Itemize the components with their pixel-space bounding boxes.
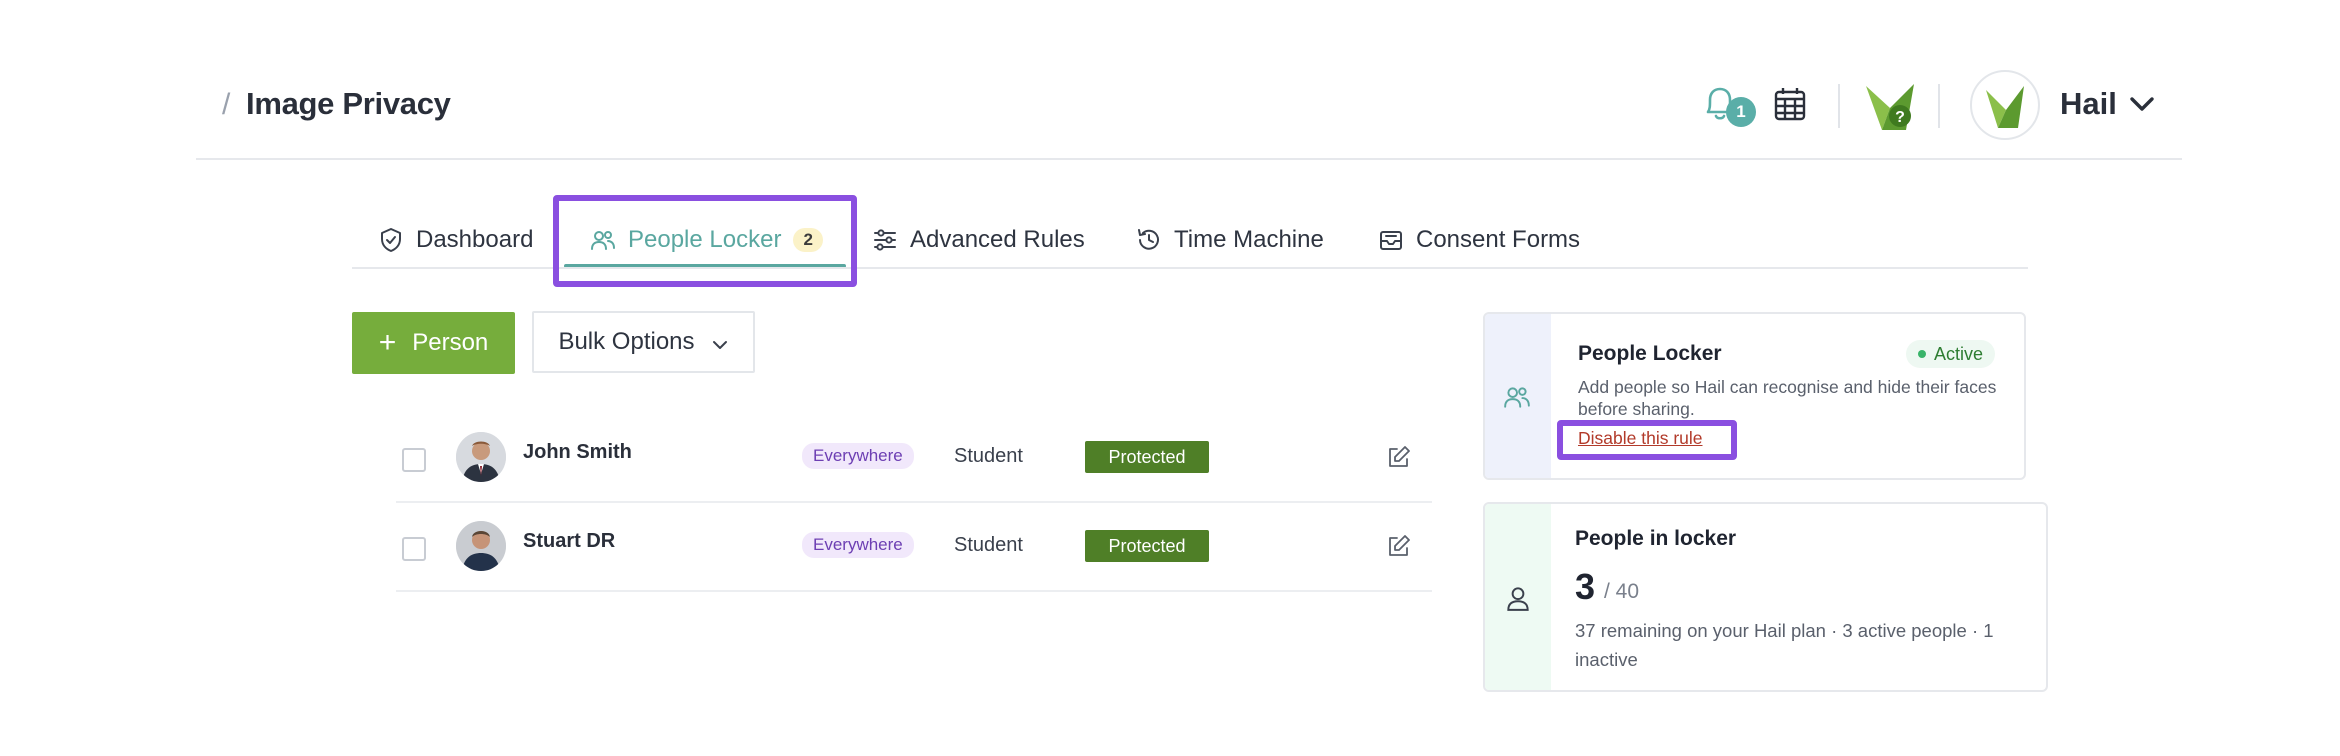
history-icon (1138, 229, 1159, 250)
tab-label: Advanced Rules (910, 226, 1085, 253)
person-photo-icon (456, 432, 506, 482)
edit-icon[interactable] (1387, 445, 1411, 469)
chevron-down-icon[interactable] (2128, 94, 2156, 114)
scope-tag: Everywhere (802, 532, 914, 558)
sliders-icon (874, 229, 896, 251)
status-label: Active (1934, 343, 1984, 364)
user-name[interactable]: Hail (2060, 86, 2117, 122)
status-badge: Protected (1085, 441, 1209, 473)
avatar (456, 432, 506, 482)
tab-consent-forms[interactable]: Consent Forms (1378, 220, 1580, 260)
inbox-icon (1380, 231, 1402, 250)
tab-label: Time Machine (1174, 226, 1324, 253)
person-name[interactable]: Stuart DR (523, 530, 615, 553)
table-row-divider (396, 501, 1432, 503)
calendar-icon[interactable] (1774, 86, 1806, 122)
person-role: Student (954, 534, 1023, 556)
add-person-label: Person (412, 329, 489, 356)
row-checkbox[interactable] (402, 448, 426, 472)
svg-text:?: ? (1895, 109, 1905, 126)
card-description: Add people so Hail can recognise and hid… (1578, 377, 1997, 419)
plus-icon: + (378, 326, 397, 359)
person-name[interactable]: John Smith (523, 441, 632, 464)
people-limit: / 40 (1604, 580, 1640, 603)
tab-dashboard[interactable]: Dashboard (378, 220, 533, 260)
highlight-box (553, 195, 857, 287)
table-row-divider (396, 590, 1432, 592)
avatar (456, 521, 506, 571)
highlight-box (1557, 420, 1737, 460)
user-icon (1507, 587, 1529, 611)
bulk-options-dropdown[interactable]: Bulk Options (532, 311, 755, 373)
tab-label: Dashboard (416, 226, 534, 253)
help-bird-icon[interactable]: ? (1862, 78, 1918, 132)
hail-logo-icon (1986, 86, 2024, 128)
header-divider (1938, 84, 1940, 128)
add-person-button[interactable]: + Person (352, 312, 515, 374)
notification-count-badge: 1 (1726, 97, 1756, 127)
card-title: People Locker (1578, 342, 1722, 365)
person-role: Student (954, 445, 1023, 467)
card-description: 37 remaining on your Hail plan · 3 activ… (1575, 620, 1994, 670)
card-title: People in locker (1575, 527, 1737, 550)
tab-label: Consent Forms (1416, 226, 1581, 253)
person-photo-icon (456, 521, 506, 571)
page-title: Image Privacy (246, 86, 451, 121)
tab-advanced-rules[interactable]: Advanced Rules (872, 220, 1085, 260)
row-checkbox[interactable] (402, 537, 426, 561)
users-icon (1504, 387, 1530, 408)
edit-icon[interactable] (1387, 534, 1411, 558)
status-dot (1918, 350, 1926, 358)
tab-time-machine[interactable]: Time Machine (1136, 220, 1324, 260)
scope-tag: Everywhere (802, 443, 914, 469)
status-badge: Active (1906, 340, 1996, 368)
chevron-down-icon (712, 341, 727, 349)
header-divider-line (196, 158, 2182, 160)
shield-check-icon (381, 228, 401, 252)
status-badge: Protected (1085, 530, 1209, 562)
user-avatar[interactable] (1970, 70, 2040, 140)
people-count: 3 (1575, 566, 1596, 607)
breadcrumb-separator: / (222, 88, 231, 121)
header-divider (1838, 84, 1840, 128)
bulk-options-label: Bulk Options (558, 328, 695, 355)
